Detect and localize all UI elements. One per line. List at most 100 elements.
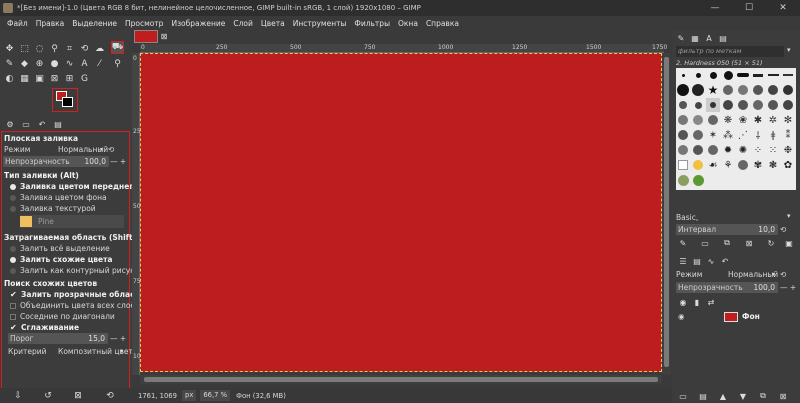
brush-cell[interactable] [691, 143, 705, 157]
brush-cell[interactable]: ⁂ [721, 128, 735, 142]
brushes-tab-icon[interactable]: ✎ [674, 32, 688, 44]
paths-tab-icon[interactable]: ∿ [704, 255, 718, 267]
vertical-scrollbar[interactable] [662, 53, 671, 375]
refresh-brushes-icon[interactable]: ↻ [764, 237, 778, 249]
brush-cell[interactable] [721, 98, 735, 112]
fill-transparent-checkbox[interactable]: ✔ Залить прозрачные области [10, 289, 144, 300]
brush-cell[interactable]: ❉ [781, 143, 795, 157]
layers-tab-icon[interactable]: ☰ [676, 255, 690, 267]
warp-tool-icon[interactable]: ☁ [93, 42, 106, 55]
visibility-eye-icon[interactable]: ◉ [678, 312, 685, 321]
levels-tool-icon[interactable]: ◐ [3, 72, 16, 85]
crop-tool-icon[interactable]: ⌗ [63, 42, 76, 55]
brush-cell[interactable] [676, 98, 690, 112]
menu-tools[interactable]: Инструменты [289, 19, 351, 28]
eye-icon[interactable]: ◉ [676, 296, 690, 308]
menu-select[interactable]: Выделение [68, 19, 121, 28]
undo-tab-icon[interactable]: ↶ [718, 255, 732, 267]
brush-cell[interactable] [691, 128, 705, 142]
scroll-thumb[interactable] [144, 377, 658, 382]
close-icon[interactable]: ⊠ [159, 31, 169, 41]
brush-cell[interactable] [721, 68, 735, 82]
delete-options-icon[interactable]: ⊠ [72, 390, 84, 401]
brush-cell[interactable] [691, 68, 705, 82]
menu-edit[interactable]: Правка [32, 19, 69, 28]
brush-cell[interactable] [781, 98, 795, 112]
brush-cell[interactable] [766, 83, 780, 97]
brush-cell[interactable]: ⁑ [781, 128, 795, 142]
close-button[interactable]: ✕ [766, 0, 800, 16]
brush-cell[interactable] [706, 68, 720, 82]
clone-tool-icon[interactable]: ⊕ [33, 57, 46, 70]
brush-cell[interactable] [751, 83, 765, 97]
duplicate-layer-icon[interactable]: ⧉ [756, 390, 770, 402]
rect-select-tool-icon[interactable]: ⬚ [18, 42, 31, 55]
brush-cell[interactable] [691, 98, 705, 112]
patterns-tab-icon[interactable]: ▦ [688, 32, 702, 44]
brush-cell[interactable] [736, 83, 750, 97]
brush-cell[interactable] [781, 68, 795, 82]
threshold-slider[interactable]: Порог 15,0 [8, 333, 108, 344]
layer-item[interactable]: ◉ Фон [676, 311, 796, 324]
transform-tool-icon[interactable]: ⟲ [78, 42, 91, 55]
brush-cell[interactable] [691, 83, 705, 97]
area-similar-option[interactable]: Залить схожие цвета [10, 254, 113, 265]
brush-cell[interactable]: ★ [706, 83, 720, 97]
image-tab-thumbnail[interactable] [134, 30, 158, 43]
brush-cell[interactable] [721, 83, 735, 97]
brush-cell[interactable]: ǂ [766, 128, 780, 142]
layer-opacity-slider[interactable]: Непрозрачность 100,0 [676, 282, 778, 293]
reset-layer-mode-icon[interactable]: ⟲ [780, 269, 786, 280]
brush-cell[interactable] [706, 143, 720, 157]
color-swatches[interactable] [52, 88, 78, 112]
reset-options-icon[interactable]: ⟲ [104, 390, 116, 401]
brush-cell[interactable]: ✶ [706, 128, 720, 142]
lower-layer-icon[interactable]: ▼ [736, 390, 750, 402]
device-status-tab-icon[interactable]: ▭ [20, 120, 32, 130]
vertical-ruler[interactable]: 0 250 500 750 1000 [132, 53, 148, 375]
reset-mode-icon[interactable]: ⟲ [108, 145, 114, 154]
brush-cell[interactable]: ⋰ [736, 128, 750, 142]
brush-spacing-slider[interactable]: Интервал 10,0 [676, 224, 778, 235]
lock-icon[interactable]: ▮ [690, 296, 704, 308]
zoom-select[interactable]: 66,7 % [200, 390, 231, 401]
color-picker-tool-icon[interactable]: ⁄ [93, 57, 106, 70]
area-lineart-option[interactable]: Залить как контурный рисунок [10, 265, 144, 276]
brush-filter-input[interactable]: фильтр по меткам [676, 46, 784, 57]
smudge-tool-icon[interactable]: ● [48, 57, 61, 70]
restore-options-icon[interactable]: ↺ [42, 390, 54, 401]
brush-cell[interactable] [676, 143, 690, 157]
brush-cell[interactable] [781, 83, 795, 97]
threshold-stepper[interactable]: — + [110, 333, 126, 344]
brush-cell[interactable]: ✾ [751, 158, 765, 172]
brush-cell[interactable]: ✹ [721, 143, 735, 157]
brush-cell[interactable] [676, 158, 690, 172]
horizontal-ruler[interactable]: 0 250 500 750 1000 1250 1500 1750 [140, 44, 667, 53]
diagonal-checkbox[interactable]: Соседние по диагонали [10, 311, 115, 322]
delete-layer-icon[interactable]: ⊠ [776, 390, 790, 402]
background-color[interactable] [62, 97, 73, 107]
brush-cell[interactable]: ⁘ [751, 143, 765, 157]
brush-cell[interactable] [691, 113, 705, 127]
fill-bg-option[interactable]: Заливка цветом фона [10, 192, 107, 203]
brush-cell[interactable] [766, 68, 780, 82]
interval-reset-icon[interactable]: ⟲ [780, 224, 786, 235]
delete-brush-icon[interactable]: ⊠ [742, 237, 756, 249]
brush-cell[interactable] [736, 98, 750, 112]
opacity-slider[interactable]: Непрозрачность 100,0 [3, 156, 109, 167]
lasso-tool-icon[interactable]: ◌ [33, 42, 46, 55]
document-history-tab-icon[interactable]: ▤ [716, 32, 730, 44]
undo-history-tab-icon[interactable]: ↶ [36, 120, 48, 130]
unit-select[interactable]: px [182, 390, 197, 401]
brush-cell[interactable] [751, 98, 765, 112]
new-group-icon[interactable]: ▤ [696, 390, 710, 402]
brush-cell[interactable]: ⚘ [721, 158, 735, 172]
opacity-stepper[interactable]: — + [110, 156, 126, 167]
brush-cell[interactable]: ✱ [751, 113, 765, 127]
gegl-tool-icon[interactable]: G [78, 72, 91, 85]
brush-cell[interactable] [676, 128, 690, 142]
horizontal-scrollbar[interactable] [140, 375, 662, 384]
save-options-icon[interactable]: ⇩ [12, 390, 24, 401]
paintbrush-tool-icon[interactable]: ✎ [3, 57, 16, 70]
pattern-selector[interactable]: Pine [20, 215, 124, 228]
